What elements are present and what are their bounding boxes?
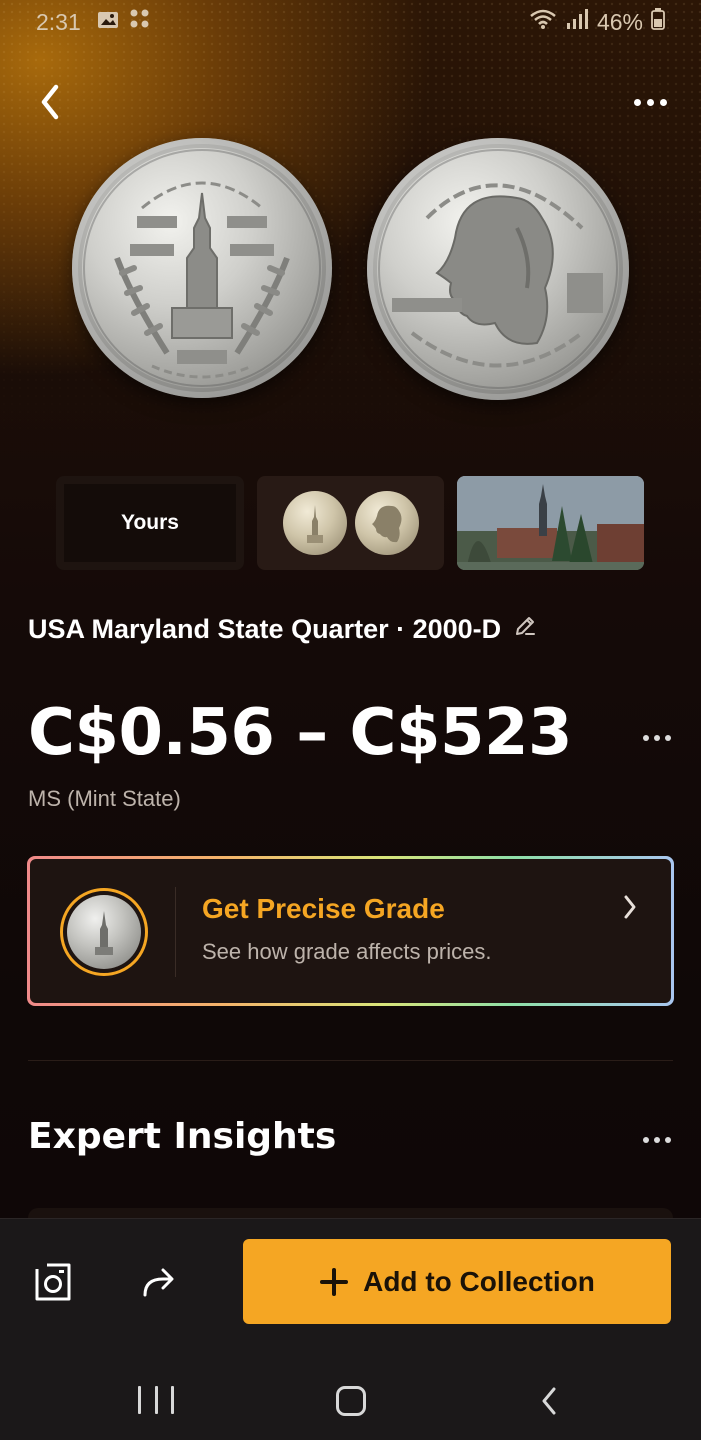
grade-card-title: Get Precise Grade (202, 893, 445, 924)
grade-card-body: Get Precise Grade See how grade affects … (30, 859, 671, 1003)
wifi-icon (529, 8, 557, 36)
share-button[interactable] (134, 1257, 184, 1307)
thumbnail-coin-pair[interactable] (257, 476, 444, 570)
get-precise-grade-card[interactable]: Get Precise Grade See how grade affects … (27, 856, 674, 1006)
pencil-icon[interactable] (513, 614, 537, 645)
system-navigation-bar (0, 1338, 701, 1440)
state-house-photo (457, 476, 644, 570)
washington-quarter-reverse (378, 149, 618, 389)
more-horizontal-icon (643, 1137, 649, 1143)
thumbnail-yours-label: Yours (121, 511, 179, 534)
grade-card-subtitle: See how grade affects prices. (202, 939, 492, 964)
mini-coin-obverse (282, 491, 347, 555)
signal-icon (565, 8, 589, 36)
mini-coin-reverse (354, 491, 419, 555)
grade-coin-thumbnail (60, 888, 148, 976)
status-time: 2:31 (36, 8, 81, 35)
coin-thumbnail-icon (67, 895, 141, 969)
battery-icon (651, 8, 665, 36)
thumbnail-maryland-state-house-photo[interactable] (457, 476, 644, 570)
gallery-icon (97, 9, 119, 36)
battery-text: 46% (596, 8, 643, 35)
back-button[interactable] (28, 78, 72, 126)
add-to-collection-button[interactable]: Add to Collection (243, 1239, 671, 1324)
coin-detail-screen: 2:31 46% Yours USA Maryland State Quarte… (0, 0, 701, 1440)
coin-obverse-image[interactable] (72, 138, 332, 398)
apps-icon (129, 8, 151, 36)
system-back-icon[interactable] (536, 1384, 562, 1418)
scan-button[interactable] (28, 1257, 78, 1307)
more-options-button[interactable] (622, 84, 678, 120)
chevron-left-icon (41, 84, 59, 120)
coin-title: USA Maryland State Quarter · 2000-D (28, 614, 502, 644)
grade-label: MS (Mint State) (28, 786, 181, 811)
coin-reverse-image[interactable] (367, 138, 629, 400)
share-arrow-icon (143, 1268, 174, 1297)
expert-insights-heading: Expert Insights (28, 1116, 337, 1157)
bottom-action-bar: Add to Collection (0, 1218, 701, 1338)
insights-more-button[interactable] (634, 1128, 680, 1152)
home-icon[interactable] (336, 1386, 366, 1416)
divider (175, 887, 176, 977)
chevron-right-icon (618, 889, 642, 925)
more-horizontal-icon (633, 98, 641, 106)
section-divider (28, 1060, 673, 1061)
maryland-quarter-obverse (83, 149, 321, 387)
price-range: C$0.56 – C$523 (28, 696, 573, 770)
recent-apps-icon[interactable] (138, 1386, 174, 1416)
status-indicators: 46% (529, 8, 665, 36)
add-to-collection-label: Add to Collection (363, 1265, 595, 1297)
thumbnail-yours[interactable]: Yours (56, 476, 244, 570)
status-bar: 2:31 46% (0, 0, 701, 44)
plus-icon (319, 1267, 349, 1297)
more-horizontal-icon (643, 735, 649, 741)
price-more-button[interactable] (634, 726, 680, 750)
camera-scan-icon (35, 1263, 71, 1301)
coin-title-row: USA Maryland State Quarter · 2000-D (28, 614, 537, 645)
